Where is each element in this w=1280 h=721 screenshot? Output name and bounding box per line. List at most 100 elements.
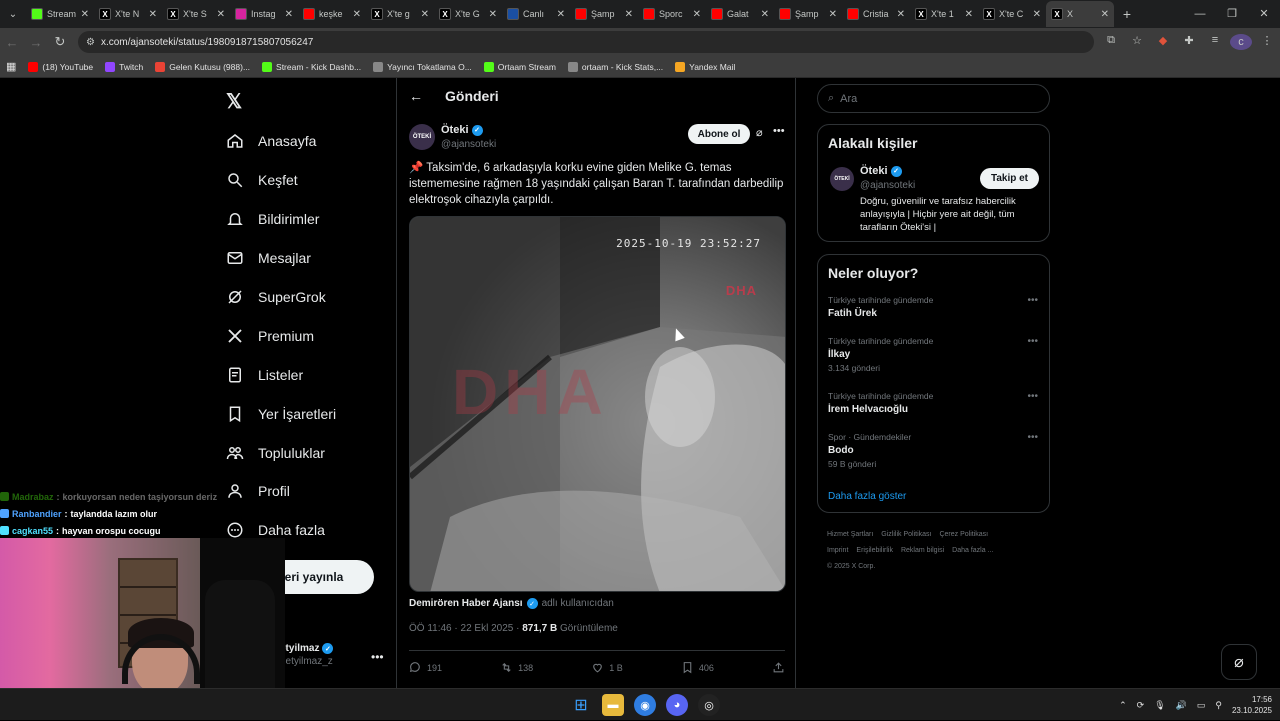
footer-link[interactable]: Reklam bilgisi [901,547,944,554]
tab-close-icon[interactable]: ✕ [81,9,89,20]
new-tab-button[interactable]: + [1114,6,1140,22]
trend-more-icon[interactable]: ••• [1027,295,1038,306]
post-more-icon[interactable]: ••• [773,125,785,137]
browser-tab[interactable]: Sporc ✕ [638,1,706,27]
browser-tab[interactable]: X X'te g ✕ [366,1,434,27]
nav-item[interactable]: Keşfet [226,161,386,200]
nav-item[interactable]: Listeler [226,355,386,394]
bookmark-item[interactable]: Stream - Kick Dashb... [262,61,361,72]
microphone-icon[interactable]: 🎙 [1154,700,1165,711]
tab-close-icon[interactable]: ✕ [217,9,225,20]
url-omnibox[interactable]: ⚙ x.com/ajansoteki/status/19809187158070… [78,31,1094,53]
browser-tab[interactable]: Instag ✕ [230,1,298,27]
tab-close-icon[interactable]: ✕ [1033,9,1041,20]
nav-item[interactable]: Topluluklar [226,433,386,472]
tab-close-icon[interactable]: ✕ [625,9,633,20]
start-icon[interactable]: ⊞ [570,694,592,716]
media-control-icon[interactable]: ≡ [1204,34,1226,50]
minimize-button[interactable]: — [1184,0,1216,28]
account-more-icon[interactable]: ••• [371,650,384,664]
bookmark-item[interactable]: Gelen Kutusu (988)... [155,61,250,72]
nav-item[interactable]: Yer İşaretleri [226,394,386,433]
follow-button[interactable]: Takip et [980,168,1039,189]
tab-close-icon[interactable]: ✕ [421,9,429,20]
related-avatar[interactable]: ÖTEKİ [830,167,854,191]
browser-tab[interactable]: Galat ✕ [706,1,774,27]
reply-button[interactable]: 191 [409,661,442,674]
author-handle[interactable]: @ajansoteki [441,139,496,150]
taskbar-clock[interactable]: 17:56 23.10.2025 [1232,694,1272,716]
bookmark-item[interactable]: (18) YouTube [28,61,93,72]
browser-tab[interactable]: X X'te 1 ✕ [910,1,978,27]
extension-icon[interactable]: ◆ [1152,34,1174,50]
tab-close-icon[interactable]: ✕ [965,9,973,20]
nav-item[interactable]: Bildirimler [226,200,386,239]
nav-item[interactable]: Mesajlar [226,239,386,278]
bookmark-item[interactable]: Yayıncı Tokatlama O... [373,61,472,72]
browser-tab[interactable]: Canlı ✕ [502,1,570,27]
nav-item[interactable]: Premium [226,316,386,355]
browser-tab[interactable]: Stream ✕ [26,1,94,27]
tray-chevron-icon[interactable]: ⌃ [1119,700,1127,711]
bookmark-item[interactable]: ortaam - Kick Stats,... [567,61,663,72]
tab-close-icon[interactable]: ✕ [489,9,497,20]
repost-button[interactable]: 138 [500,661,533,674]
related-name[interactable]: Öteki [860,165,888,177]
browser-tab[interactable]: X X'te S ✕ [162,1,230,27]
display-icon[interactable]: ▭ [1197,700,1206,711]
obs-icon[interactable]: ◎ [698,694,720,716]
volume-icon[interactable]: 🔊 [1176,700,1187,711]
trend-more-icon[interactable]: ••• [1027,336,1038,347]
close-window-button[interactable]: ✕ [1248,0,1280,28]
back-arrow-icon[interactable]: ← [409,88,423,104]
tab-search-button[interactable]: ⌄ [0,0,26,28]
install-app-icon[interactable]: ⧉ [1100,34,1122,50]
tab-close-icon[interactable]: ✕ [897,9,905,20]
chrome-icon[interactable]: ◉ [634,694,656,716]
maximize-button[interactable]: ❐ [1216,0,1248,28]
site-info-icon[interactable]: ⚙ [86,37,95,48]
source-name[interactable]: Demirören Haber Ajansı [409,598,523,609]
back-nav-button[interactable]: ← [0,35,24,50]
browser-tab[interactable]: keşke ✕ [298,1,366,27]
author-name[interactable]: Öteki [441,124,469,136]
footer-link[interactable]: Gizlilik Politikası [881,531,931,538]
trend-more-icon[interactable]: ••• [1027,432,1038,443]
search-box[interactable]: ⌕ Ara [817,84,1050,113]
like-button[interactable]: 1 B [591,661,623,674]
bookmark-item[interactable]: Yandex Mail [675,61,735,72]
footer-link[interactable]: Hizmet Şartları [827,531,873,538]
browser-menu-icon[interactable]: ⋮ [1256,34,1278,50]
nav-item[interactable]: Anasayfa [226,122,386,161]
trend-item[interactable]: Türkiye tarihinde gündemde Fatih Ürek ••… [828,295,1038,319]
x-logo[interactable]: 𝕏 [226,89,242,114]
post-time[interactable]: ÖÖ 11:46 · 22 Ekl 2025 · [409,623,519,634]
nav-item[interactable]: SuperGrok [226,278,386,317]
footer-link[interactable]: Imprint [827,547,848,554]
bookmark-item[interactable]: Twitch [105,61,143,72]
share-button[interactable] [772,661,785,674]
tab-close-icon[interactable]: ✕ [557,9,565,20]
footer-link[interactable]: © 2025 X Corp. [827,563,875,570]
tab-close-icon[interactable]: ✕ [149,9,157,20]
grok-fab-button[interactable]: ⌀ [1221,644,1257,680]
tab-close-icon[interactable]: ✕ [285,9,293,20]
browser-tab[interactable]: X X'te N ✕ [94,1,162,27]
file-explorer-icon[interactable]: ▬ [602,694,624,716]
bookmark-item[interactable]: Ortaam Stream [483,61,556,72]
trend-more-icon[interactable]: ••• [1027,391,1038,402]
footer-link[interactable]: Daha fazla ... [952,547,993,554]
tab-close-icon[interactable]: ✕ [829,9,837,20]
tab-close-icon[interactable]: ✕ [761,9,769,20]
grok-icon[interactable]: ⌀ [756,126,763,139]
tab-close-icon[interactable]: ✕ [693,9,701,20]
post-video[interactable]: 2025-10-19 23:52:27 DHA DHA [409,216,786,592]
trend-item[interactable]: Türkiye tarihinde gündemde İlkay 3.134 g… [828,336,1038,373]
network-icon[interactable]: ⚲ [1215,700,1222,711]
extensions-puzzle-icon[interactable]: ✚ [1178,34,1200,50]
browser-tab[interactable]: X X'te G ✕ [434,1,502,27]
browser-tab[interactable]: X X ✕ [1046,1,1114,27]
apps-grid-icon[interactable]: ▦ [6,60,16,73]
author-avatar[interactable]: ÖTEKİ [409,124,435,150]
reload-button[interactable]: ↻ [48,34,72,50]
